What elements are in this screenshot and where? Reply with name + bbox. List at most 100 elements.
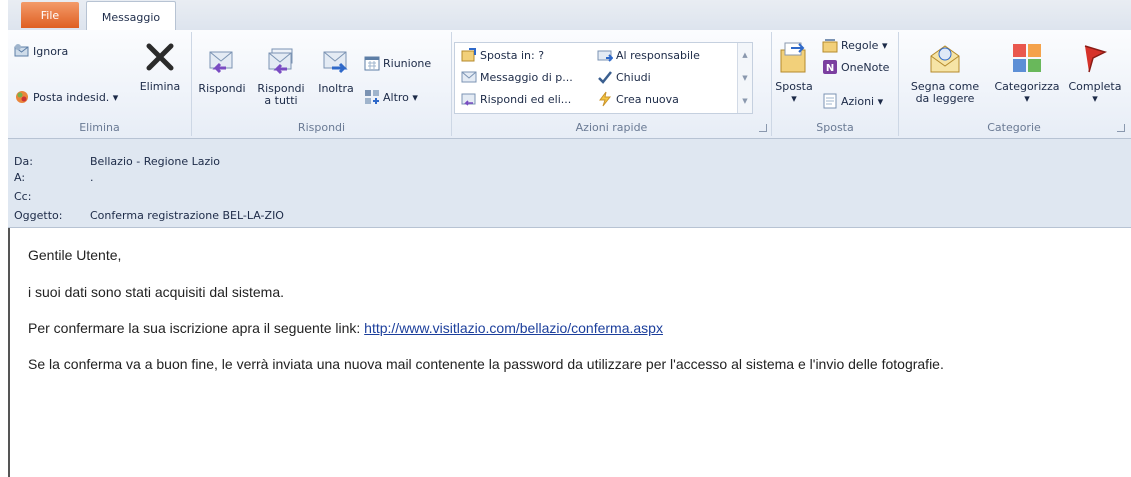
ignore-icon — [14, 44, 29, 57]
quick-step-create-new-label: Crea nuova — [616, 92, 679, 106]
quick-steps-scrollbar[interactable]: ▲ ▼ ▼ — [737, 43, 752, 113]
group-label-rispondi: Rispondi — [297, 121, 346, 134]
group-elimina: Ignora Posta indesid. ▾ Elimina Elimina — [8, 32, 192, 136]
to-manager-icon — [597, 50, 613, 62]
calendar-icon — [364, 56, 380, 71]
ignore-label: Ignora — [33, 44, 69, 58]
tab-message[interactable]: Messaggio — [86, 1, 176, 32]
tab-file[interactable]: File — [21, 2, 79, 28]
forward-label: Inoltra — [318, 82, 354, 95]
move-icon — [780, 42, 806, 73]
team-email-icon — [461, 71, 477, 83]
reply-delete-icon — [461, 93, 476, 106]
mark-unread-label-2: da leggere — [915, 92, 975, 105]
move-folder-icon — [461, 48, 476, 62]
quick-step-done-label: Chiudi — [616, 70, 651, 84]
quick-step-create-new[interactable]: Crea nuova — [597, 90, 679, 108]
group-label-sposta: Sposta — [816, 121, 854, 134]
cc-label: Cc: — [14, 190, 32, 203]
paragraph-3: Se la conferma va a buon fine, le verrà … — [28, 356, 944, 372]
group-sposta: Sposta ▾ Regole ▾ N OneNote Azioni ▾ Spo… — [772, 32, 899, 136]
delete-button[interactable]: Elimina — [135, 40, 185, 93]
from-label: Da: — [14, 155, 33, 168]
greeting-text: Gentile Utente, — [28, 247, 122, 263]
from-value[interactable]: Bellazio - Regione Lazio — [90, 155, 220, 168]
ignore-button[interactable]: Ignora — [14, 42, 68, 60]
svg-text:N: N — [826, 63, 834, 74]
paragraph-1: i suoi dati sono stati acquisiti dal sis… — [28, 284, 285, 300]
checkmark-icon — [598, 71, 612, 84]
message-body: Gentile Utente, i suoi dati sono stati a… — [8, 228, 1131, 477]
quick-step-team-email-label: Messaggio di p... — [480, 70, 573, 84]
more-respond-label: Altro ▾ — [383, 90, 418, 104]
group-label-azioni-rapide: Azioni rapide — [575, 121, 648, 134]
forward-icon — [323, 51, 348, 74]
reply-all-label-2: a tutti — [264, 94, 298, 107]
onenote-label: OneNote — [841, 60, 890, 74]
forward-button[interactable]: Inoltra — [312, 46, 360, 95]
group-categorie: Segna come da leggere Categorizza ▾ Comp… — [899, 32, 1129, 136]
reply-button[interactable]: Rispondi — [194, 46, 250, 95]
group-label-categorie: Categorie — [987, 121, 1041, 134]
actions-button[interactable]: Azioni ▾ — [822, 92, 883, 110]
categorize-arrow: ▾ — [1024, 92, 1030, 105]
meeting-button[interactable]: Riunione — [364, 54, 431, 72]
mark-unread-icon — [930, 45, 960, 73]
confirm-link[interactable]: http://www.visitlazio.com/bellazio/confe… — [364, 320, 663, 336]
move-button[interactable]: Sposta ▾ — [774, 40, 814, 105]
categorie-launcher[interactable] — [1117, 124, 1125, 132]
to-value[interactable]: . — [90, 171, 94, 184]
more-respond-icon — [365, 90, 379, 104]
quick-step-done[interactable]: Chiudi — [597, 68, 651, 86]
ribbon: Ignora Posta indesid. ▾ Elimina Elimina … — [8, 30, 1131, 139]
subject-label: Oggetto: — [14, 209, 63, 222]
quick-steps-gallery: Sposta in: ? Al responsabile Messaggio d… — [454, 42, 753, 114]
delete-x-icon — [146, 43, 174, 71]
outlook-message-window: File Messaggio Ignora Posta indesid. ▾ E… — [0, 0, 1131, 477]
rules-label: Regole ▾ — [841, 38, 888, 52]
flag-icon — [1084, 45, 1108, 73]
rules-icon — [822, 39, 838, 53]
message-header: Da: Bellazio - Regione Lazio A: . Cc: Og… — [8, 139, 1131, 228]
scroll-down-icon[interactable]: ▼ — [738, 66, 752, 89]
reply-icon — [209, 51, 233, 74]
group-rispondi: Rispondi Rispondi a tutti Inoltra Riunio… — [192, 32, 452, 136]
quick-step-move-label: Sposta in: ? — [480, 48, 545, 62]
meeting-label: Riunione — [383, 56, 432, 70]
delete-label: Elimina — [139, 80, 181, 93]
rules-button[interactable]: Regole ▾ — [822, 36, 887, 54]
quick-step-to-manager[interactable]: Al responsabile — [597, 46, 700, 64]
quick-step-reply-delete[interactable]: Rispondi ed eli... — [461, 90, 571, 108]
junk-button[interactable]: Posta indesid. ▾ — [14, 88, 118, 106]
follow-up-arrow: ▾ — [1092, 92, 1098, 105]
follow-up-button[interactable]: Completa ▾ — [1065, 42, 1125, 105]
mark-unread-button[interactable]: Segna come da leggere — [903, 42, 987, 105]
azioni-rapide-launcher[interactable] — [759, 124, 767, 132]
move-arrow: ▾ — [791, 92, 797, 105]
categorize-button[interactable]: Categorizza ▾ — [991, 42, 1063, 105]
group-label-elimina: Elimina — [79, 121, 120, 134]
quick-step-reply-delete-label: Rispondi ed eli... — [480, 92, 572, 106]
junk-label: Posta indesid. ▾ — [33, 90, 119, 104]
more-respond-button[interactable]: Altro ▾ — [364, 88, 418, 106]
lightning-icon — [599, 91, 612, 107]
paragraph-2: Per confermare la sua iscrizione apra il… — [28, 320, 663, 336]
actions-label: Azioni ▾ — [841, 94, 884, 108]
reply-all-button[interactable]: Rispondi a tutti — [252, 46, 310, 107]
subject-value: Conferma registrazione BEL-LA-ZIO — [90, 209, 284, 222]
quick-step-move[interactable]: Sposta in: ? — [461, 46, 544, 64]
quick-step-team-email[interactable]: Messaggio di p... — [461, 68, 573, 86]
reply-label: Rispondi — [198, 82, 246, 95]
gallery-expand-icon[interactable]: ▼ — [738, 89, 752, 112]
to-label: A: — [14, 171, 26, 184]
paragraph-2-prefix: Per confermare la sua iscrizione apra il… — [28, 320, 365, 336]
onenote-icon: N — [823, 60, 837, 74]
onenote-button[interactable]: N OneNote — [822, 58, 889, 76]
reply-all-icon — [268, 48, 293, 75]
actions-icon — [823, 93, 837, 109]
junk-icon — [16, 91, 28, 103]
scroll-up-icon[interactable]: ▲ — [738, 43, 752, 66]
categorize-icon — [1013, 44, 1041, 72]
ribbon-tab-strip: File Messaggio — [8, 0, 1131, 32]
quick-step-to-manager-label: Al responsabile — [616, 48, 700, 62]
